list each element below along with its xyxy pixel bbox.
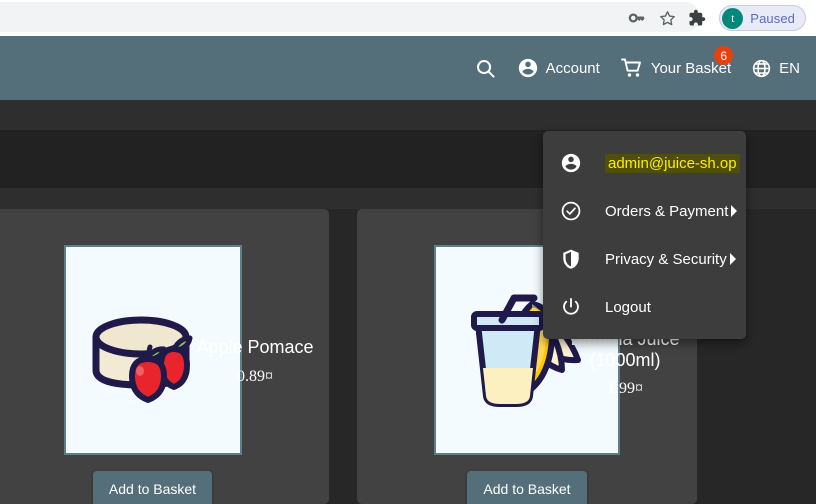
add-to-basket-button[interactable]: Add to Basket [92, 471, 213, 504]
globe-icon [751, 58, 772, 79]
menu-item-privacy-security-label: Privacy & Security [605, 250, 727, 268]
bookmark-star-icon[interactable] [653, 4, 681, 32]
product-price: 0.89¤ [237, 367, 273, 385]
content-band-upper [0, 100, 816, 130]
search-button[interactable] [466, 48, 505, 88]
account-circle-icon [559, 151, 583, 175]
profile-paused-chip[interactable]: t Paused [719, 5, 806, 31]
menu-item-orders-payment[interactable]: Orders & Payment [543, 187, 746, 235]
juice-shop-app: Apple Pomace 0.89¤ Add to Basket Banana … [0, 36, 816, 504]
menu-item-logout[interactable]: Logout [543, 283, 746, 331]
product-card[interactable]: Apple Pomace 0.89¤ Add to Basket [0, 209, 329, 504]
menu-item-logout-label: Logout [605, 298, 651, 316]
menu-item-email-label: admin@juice-sh.op [605, 153, 740, 173]
menu-item-privacy-security[interactable]: Privacy & Security [543, 235, 746, 283]
account-button[interactable]: Account [509, 48, 608, 88]
account-circle-icon [517, 57, 539, 79]
key-icon[interactable] [623, 4, 651, 32]
shopping-cart-icon [620, 56, 644, 80]
account-dropdown-menu: admin@juice-sh.op Orders & Payment Priva… [543, 131, 746, 339]
product-price: 1.99¤ [607, 380, 643, 398]
power-icon [559, 295, 583, 319]
product-text-block: Apple Pomace 0.89¤ [181, 337, 329, 386]
language-button[interactable]: EN [743, 48, 808, 88]
chevron-right-icon [728, 205, 740, 217]
menu-item-email[interactable]: admin@juice-sh.op [543, 139, 746, 187]
basket-button[interactable]: Your Basket 6 [612, 46, 739, 88]
profile-status-label: Paused [750, 10, 795, 26]
product-text-block: Banana Juice (1000ml) 1.99¤ [553, 329, 697, 398]
shield-icon [559, 247, 583, 271]
language-label: EN [779, 59, 800, 77]
search-icon [474, 57, 497, 80]
browser-toolbar: t Paused [0, 0, 816, 36]
omnibox-background [0, 2, 700, 32]
menu-item-orders-payment-label: Orders & Payment [605, 202, 729, 220]
chevron-right-icon [727, 253, 739, 265]
product-title-line2: (1000ml) [589, 349, 661, 370]
check-circle-icon [559, 199, 583, 223]
app-toolbar: Account Your Basket 6 EN [0, 36, 816, 100]
extensions-puzzle-icon[interactable] [683, 4, 711, 32]
product-title: Apple Pomace [196, 337, 314, 357]
account-label: Account [545, 59, 600, 77]
add-to-basket-button[interactable]: Add to Basket [467, 471, 587, 504]
profile-avatar: t [722, 7, 744, 29]
